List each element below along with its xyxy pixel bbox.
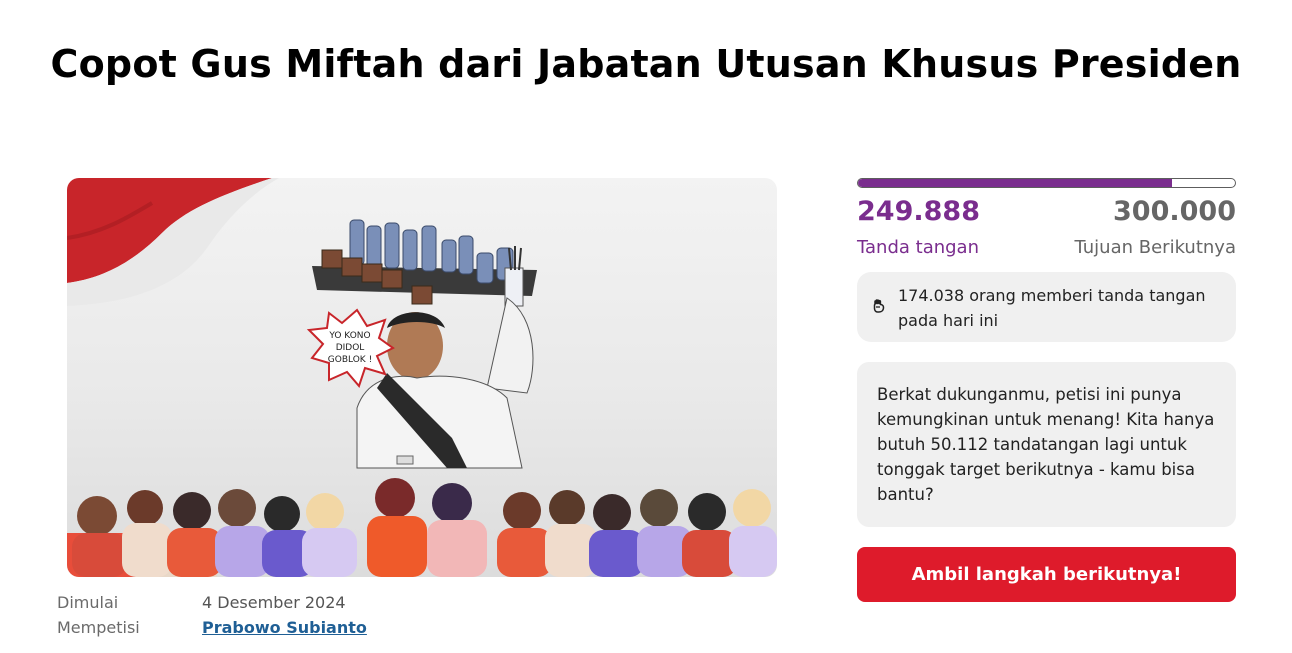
signature-progress-bar [857, 178, 1236, 188]
signature-goal: 300.000 [1113, 196, 1236, 227]
signature-panel: 249.888 300.000 Tanda tangan Tujuan Beri… [857, 178, 1236, 602]
crowd-illustration [67, 478, 777, 577]
signature-goal-label: Tujuan Berikutnya [1074, 237, 1237, 258]
petition-meta: Dimulai 4 Desember 2024 Mempetisi Prabow… [57, 590, 367, 640]
speech-bubble-line-1: YO KONO [328, 331, 370, 341]
signature-count: 249.888 [857, 196, 980, 227]
decision-maker-link[interactable]: Prabowo Subianto [202, 618, 367, 637]
encouragement-box: Berkat dukunganmu, petisi ini punya kemu… [857, 362, 1236, 527]
signature-counts: 249.888 300.000 [857, 196, 1236, 227]
signature-count-label: Tanda tangan [857, 237, 979, 258]
petition-illustration: YO KONO DIDOL GOBLOK ! [67, 178, 777, 577]
next-step-button[interactable]: Ambil langkah berikutnya! [857, 547, 1236, 602]
tray-illustration [312, 219, 537, 307]
speech-bubble: YO KONO DIDOL GOBLOK ! [306, 308, 395, 388]
started-date: 4 Desember 2024 [202, 593, 346, 612]
flag-illustration [67, 178, 279, 306]
petitioning-row: Mempetisi Prabowo Subianto [57, 615, 367, 640]
page-title: Copot Gus Miftah dari Jabatan Utusan Khu… [50, 42, 1242, 86]
signature-labels: Tanda tangan Tujuan Berikutnya [857, 237, 1236, 258]
signature-progress-fill [858, 179, 1173, 187]
started-row: Dimulai 4 Desember 2024 [57, 590, 367, 615]
speech-bubble-line-3: GOBLOK ! [328, 355, 372, 365]
started-label: Dimulai [57, 593, 119, 612]
encouragement-text: Berkat dukunganmu, petisi ini punya kemu… [877, 385, 1215, 504]
fist-icon [873, 299, 885, 313]
today-signers-box: 174.038 orang memberi tanda tangan pada … [857, 272, 1236, 342]
speech-bubble-line-2: DIDOL [336, 343, 365, 353]
today-signers-text: 174.038 orang memberi tanda tangan pada … [898, 286, 1206, 330]
petitioning-label: Mempetisi [57, 618, 140, 637]
petition-image: YO KONO DIDOL GOBLOK ! [67, 178, 777, 577]
